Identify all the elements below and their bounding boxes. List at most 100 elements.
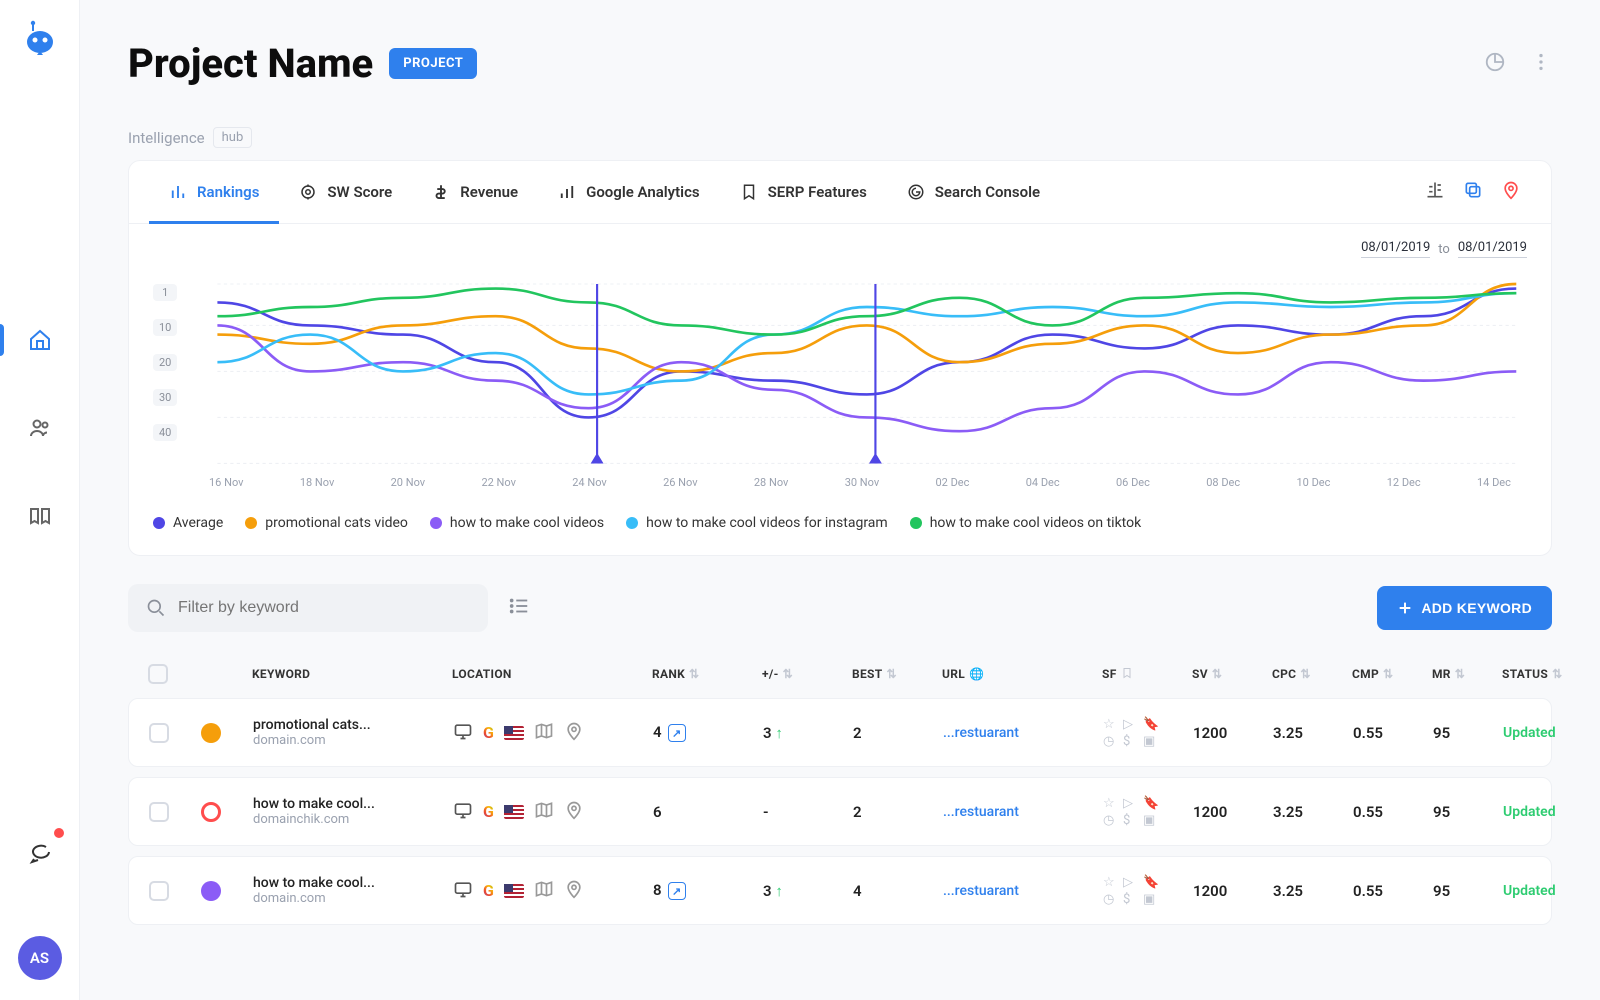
select-all-checkbox[interactable] [148, 664, 168, 684]
legend-item[interactable]: how to make cool videos on tiktok [910, 515, 1142, 531]
best-cell: 4 [853, 882, 943, 900]
date-from[interactable]: 08/01/2019 [1361, 240, 1430, 258]
table-body: promotional cats...domain.comG4↗3 ↑2...r… [128, 698, 1552, 925]
col-sv: SV⇅ [1192, 667, 1272, 681]
map-icon [534, 800, 554, 824]
sf-icons: ☆▷🔖◷$▣ [1103, 876, 1193, 906]
tab-label: Revenue [460, 183, 518, 201]
col-url: URL 🌐 [942, 667, 1102, 681]
google-icon: G [483, 723, 494, 742]
legend-label: how to make cool videos on tiktok [930, 515, 1142, 531]
map-icon [534, 721, 554, 745]
list-view-icon[interactable] [508, 595, 530, 621]
arrow-up-icon: ↑ [775, 882, 783, 900]
row-checkbox[interactable] [149, 723, 169, 743]
series-dot [201, 802, 221, 822]
arrow-up-icon: ↑ [775, 724, 783, 742]
map-icon [534, 879, 554, 903]
location-pin-icon[interactable] [1501, 180, 1521, 204]
col-status: STATUS⇅ [1502, 667, 1562, 681]
legend-item[interactable]: Average [153, 515, 223, 531]
keyword-text: promotional cats... [253, 717, 453, 733]
date-to[interactable]: 08/01/2019 [1458, 240, 1527, 258]
domain-text: domain.com [253, 891, 453, 906]
tab-sw-score[interactable]: SW Score [279, 161, 412, 223]
cmp-cell: 0.55 [1353, 882, 1433, 900]
url-cell[interactable]: ...restuarant [943, 883, 1103, 899]
sort-icon[interactable]: ⇅ [1383, 667, 1393, 681]
status-cell: Updated [1503, 804, 1556, 820]
mr-cell: 95 [1433, 882, 1503, 900]
google-icon: G [483, 802, 494, 821]
project-badge: PROJECT [389, 48, 477, 79]
sort-icon[interactable]: ⇅ [1300, 667, 1310, 681]
chart-toggle-icon[interactable] [1484, 51, 1506, 77]
date-range: 08/01/2019 to 08/01/2019 [129, 224, 1551, 274]
tab-serp-features[interactable]: SERP Features [720, 161, 887, 223]
chart-y-ticks: 110203040 [153, 284, 177, 441]
col-delta: +/-⇅ [762, 667, 852, 681]
tab-google-analytics[interactable]: Google Analytics [538, 161, 720, 223]
device-desktop-icon [453, 879, 473, 903]
filter-keyword[interactable] [128, 584, 488, 632]
legend-item[interactable]: how to make cool videos [430, 515, 604, 531]
sort-icon[interactable]: ⇅ [886, 667, 896, 681]
nav-home[interactable] [16, 316, 64, 364]
breadcrumb-chip: hub [213, 127, 253, 148]
pin-icon [564, 879, 584, 903]
domain-text: domainchik.com [253, 812, 453, 827]
legend-dot [430, 517, 442, 529]
table-row[interactable]: how to make cool...domainchik.comG6-2...… [128, 777, 1552, 846]
rank-cell: 4↗ [653, 723, 763, 743]
nav-users[interactable] [16, 404, 64, 452]
status-cell: Updated [1503, 725, 1556, 741]
user-avatar[interactable]: AS [18, 936, 62, 980]
rankings-card: Rankings SW Score Revenue Google Analyti… [128, 160, 1552, 556]
more-menu-icon[interactable] [1530, 51, 1552, 77]
rank-badge-icon: ↗ [668, 882, 686, 900]
row-checkbox[interactable] [149, 802, 169, 822]
series-dot [201, 881, 221, 901]
nav-chat[interactable] [16, 828, 64, 876]
row-checkbox[interactable] [149, 881, 169, 901]
google-icon: G [483, 881, 494, 900]
legend-item[interactable]: promotional cats video [245, 515, 408, 531]
tabs-bar: Rankings SW Score Revenue Google Analyti… [129, 161, 1551, 224]
pin-icon [564, 721, 584, 745]
tab-revenue[interactable]: Revenue [412, 161, 538, 223]
legend-dot [245, 517, 257, 529]
nav-docs[interactable] [16, 492, 64, 540]
table-toolbar: ADD KEYWORD [128, 584, 1552, 632]
tab-label: Search Console [935, 183, 1040, 201]
url-cell[interactable]: ...restuarant [943, 804, 1103, 820]
device-desktop-icon [453, 721, 473, 745]
copy-icon[interactable] [1463, 180, 1483, 204]
sort-icon[interactable]: ⇅ [1212, 667, 1222, 681]
table-row[interactable]: how to make cool...domain.comG8↗3 ↑4...r… [128, 856, 1552, 925]
sort-icon[interactable]: ⇅ [783, 667, 793, 681]
col-location: LOCATION [452, 667, 652, 681]
add-keyword-button[interactable]: ADD KEYWORD [1377, 586, 1552, 630]
sort-icon[interactable]: ⇅ [689, 667, 699, 681]
cpc-cell: 3.25 [1273, 724, 1353, 742]
status-cell: Updated [1503, 883, 1556, 899]
sort-icon[interactable]: ⇅ [1455, 667, 1465, 681]
tab-search-console[interactable]: Search Console [887, 161, 1060, 223]
legend-item[interactable]: how to make cool videos for instagram [626, 515, 888, 531]
rank-badge-icon: ↗ [668, 724, 686, 742]
url-cell[interactable]: ...restuarant [943, 725, 1103, 741]
filter-input[interactable] [178, 599, 470, 617]
search-icon [146, 598, 166, 618]
domain-text: domain.com [253, 733, 453, 748]
table-row[interactable]: promotional cats...domain.comG4↗3 ↑2...r… [128, 698, 1552, 767]
tab-rankings[interactable]: Rankings [149, 161, 279, 223]
location-icons: G [453, 879, 653, 903]
sort-icon[interactable]: ⇅ [1552, 667, 1562, 681]
sv-cell: 1200 [1193, 882, 1273, 900]
col-sf: SF [1102, 667, 1192, 682]
compare-icon[interactable] [1425, 180, 1445, 204]
sv-cell: 1200 [1193, 803, 1273, 821]
delta-cell: - [763, 803, 853, 821]
cmp-cell: 0.55 [1353, 724, 1433, 742]
legend-dot [153, 517, 165, 529]
